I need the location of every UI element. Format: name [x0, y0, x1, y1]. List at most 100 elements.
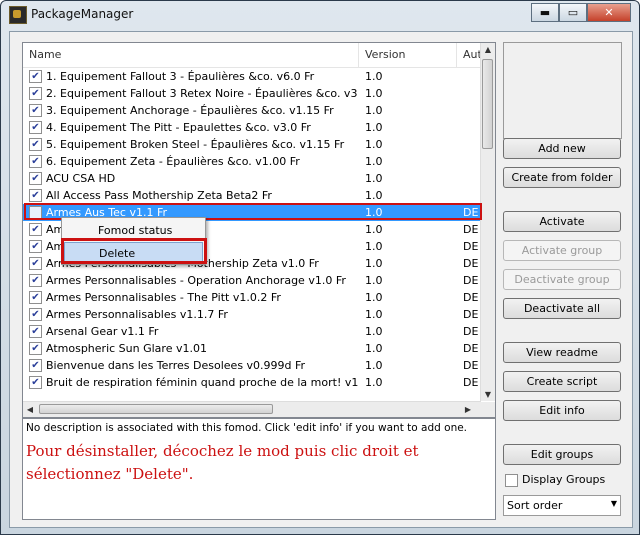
- row-version: 1.0: [365, 308, 383, 321]
- instruction-note: Pour désinstaller, décochez le mod puis …: [26, 442, 419, 483]
- client-area: Name Version Aut ✔ 1. Equipement Fallout …: [9, 31, 633, 528]
- menu-item-fomod-status[interactable]: Fomod status: [64, 220, 203, 241]
- row-checkbox[interactable]: ✔: [29, 257, 42, 270]
- view-readme-button[interactable]: View readme: [503, 342, 621, 363]
- list-row[interactable]: ✔ Bienvenue dans les Terres Desolees v0.9…: [23, 357, 481, 374]
- title-bar[interactable]: PackageManager ▬ ▭ ✕: [1, 1, 639, 29]
- row-version: 1.0: [365, 342, 383, 355]
- chevron-down-icon[interactable]: ▼: [611, 499, 617, 508]
- list-header: Name Version Aut: [23, 43, 482, 68]
- row-name: 5. Equipement Broken Steel - Épaulières …: [46, 138, 345, 151]
- row-checkbox[interactable]: [29, 206, 42, 219]
- list-row[interactable]: ✔ 6. Equipement Zeta - Épaulières &co. v1…: [23, 153, 481, 170]
- row-version: 1.0: [365, 87, 383, 100]
- list-row[interactable]: ✔ Arsenal Gear v1.1 Fr 1.0 DE: [23, 323, 481, 340]
- scroll-down-icon[interactable]: ▼: [481, 390, 495, 399]
- description-text: No description is associated with this f…: [26, 422, 468, 434]
- screenshot-preview: [503, 42, 622, 139]
- row-version: 1.0: [365, 104, 383, 117]
- row-version: 1.0: [365, 359, 383, 372]
- row-checkbox[interactable]: ✔: [29, 104, 42, 117]
- list-row[interactable]: ✔ Armes Personnalisables - Operation Anch…: [23, 272, 481, 289]
- scroll-up-icon[interactable]: ▲: [481, 45, 495, 54]
- row-version: 1.0: [365, 70, 383, 83]
- window-title: PackageManager: [31, 7, 134, 21]
- row-checkbox[interactable]: ✔: [29, 223, 42, 236]
- list-row[interactable]: ✔ 5. Equipement Broken Steel - Épaulières…: [23, 136, 481, 153]
- row-name: Atmospheric Sun Glare v1.01: [46, 342, 207, 355]
- row-checkbox[interactable]: ✔: [29, 155, 42, 168]
- sort-order-select[interactable]: Sort order ▼: [503, 495, 621, 516]
- edit-info-button[interactable]: Edit info: [503, 400, 621, 421]
- row-checkbox[interactable]: ✔: [29, 87, 42, 100]
- row-name: ACU CSA HD: [46, 172, 116, 185]
- row-name: 1. Equipement Fallout 3 - Épaulières &co…: [46, 70, 315, 83]
- row-version: 1.0: [365, 274, 383, 287]
- row-checkbox[interactable]: ✔: [29, 325, 42, 338]
- row-version: 1.0: [365, 172, 383, 185]
- row-version: 1.0: [365, 291, 383, 304]
- close-icon[interactable]: ✕: [587, 3, 631, 22]
- edit-groups-button[interactable]: Edit groups: [503, 444, 621, 465]
- sort-order-value: Sort order: [507, 499, 563, 512]
- horizontal-scroll-thumb[interactable]: [39, 404, 273, 414]
- row-checkbox[interactable]: ✔: [29, 70, 42, 83]
- row-checkbox[interactable]: ✔: [29, 342, 42, 355]
- row-checkbox[interactable]: ✔: [29, 359, 42, 372]
- create-script-button[interactable]: Create script: [503, 371, 621, 392]
- scroll-right-icon[interactable]: ▶: [461, 405, 475, 414]
- add-new-button[interactable]: Add new: [503, 138, 621, 159]
- row-checkbox[interactable]: ✔: [29, 121, 42, 134]
- row-name: 3. Equipement Anchorage - Épaulières &co…: [46, 104, 334, 117]
- column-header-name[interactable]: Name: [23, 43, 359, 67]
- row-version: 1.0: [365, 257, 383, 270]
- row-name: Armes Personnalisables - The Pitt v1.0.2…: [46, 291, 281, 304]
- list-row[interactable]: ✔ ACU CSA HD 1.0: [23, 170, 481, 187]
- vertical-scrollbar[interactable]: ▲ ▼: [480, 43, 495, 401]
- horizontal-scrollbar[interactable]: ◀ ▶: [23, 401, 481, 417]
- list-row[interactable]: ✔ 2. Equipement Fallout 3 Retex Noire - É…: [23, 85, 481, 102]
- row-name: 4. Equipement The Pitt - Epaulettes &co.…: [46, 121, 311, 134]
- row-name: 6. Equipement Zeta - Épaulières &co. v1.…: [46, 155, 300, 168]
- maximize-icon[interactable]: ▭: [559, 3, 587, 22]
- menu-item-delete[interactable]: Delete: [64, 242, 203, 263]
- row-name: Armes Personnalisables - Operation Ancho…: [46, 274, 346, 287]
- deactivate-group-button[interactable]: Deactivate group: [503, 269, 621, 290]
- list-row[interactable]: ✔ Bruit de respiration féminin quand proc…: [23, 374, 481, 391]
- list-row[interactable]: ✔ Atmospheric Sun Glare v1.01 1.0 DE: [23, 340, 481, 357]
- column-header-version[interactable]: Version: [359, 43, 457, 67]
- list-row[interactable]: ✔ All Access Pass Mothership Zeta Beta2 F…: [23, 187, 481, 204]
- row-checkbox[interactable]: ✔: [29, 291, 42, 304]
- row-version: 1.0: [365, 206, 383, 219]
- row-name: Bruit de respiration féminin quand proch…: [46, 376, 358, 389]
- context-menu: Fomod status Delete: [61, 217, 206, 265]
- activate-group-button[interactable]: Activate group: [503, 240, 621, 261]
- row-version: 1.0: [365, 325, 383, 338]
- row-version: 1.0: [365, 240, 383, 253]
- row-checkbox[interactable]: ✔: [29, 189, 42, 202]
- list-row[interactable]: ✔ 4. Equipement The Pitt - Epaulettes &co…: [23, 119, 481, 136]
- window-controls: ▬ ▭ ✕: [531, 3, 631, 22]
- row-checkbox[interactable]: ✔: [29, 274, 42, 287]
- list-row[interactable]: ✔ 3. Equipement Anchorage - Épaulières &c…: [23, 102, 481, 119]
- display-groups-box[interactable]: [505, 474, 518, 487]
- app-icon: [9, 6, 27, 24]
- description-box[interactable]: No description is associated with this f…: [22, 418, 496, 520]
- list-row[interactable]: ✔ 1. Equipement Fallout 3 - Épaulières &c…: [23, 68, 481, 85]
- row-name: Arsenal Gear v1.1 Fr: [46, 325, 159, 338]
- row-checkbox[interactable]: ✔: [29, 172, 42, 185]
- list-row[interactable]: ✔ Armes Personnalisables - The Pitt v1.0.…: [23, 289, 481, 306]
- row-version: 1.0: [365, 121, 383, 134]
- minimize-icon[interactable]: ▬: [531, 3, 559, 22]
- row-checkbox[interactable]: ✔: [29, 138, 42, 151]
- list-row[interactable]: ✔ Armes Personnalisables v1.1.7 Fr 1.0 DE: [23, 306, 481, 323]
- row-checkbox[interactable]: ✔: [29, 308, 42, 321]
- activate-button[interactable]: Activate: [503, 211, 621, 232]
- scroll-left-icon[interactable]: ◀: [23, 405, 37, 414]
- create-from-folder-button[interactable]: Create from folder: [503, 167, 621, 188]
- vertical-scroll-thumb[interactable]: [482, 59, 493, 149]
- row-version: 1.0: [365, 223, 383, 236]
- deactivate-all-button[interactable]: Deactivate all: [503, 298, 621, 319]
- row-checkbox[interactable]: ✔: [29, 376, 42, 389]
- row-checkbox[interactable]: ✔: [29, 240, 42, 253]
